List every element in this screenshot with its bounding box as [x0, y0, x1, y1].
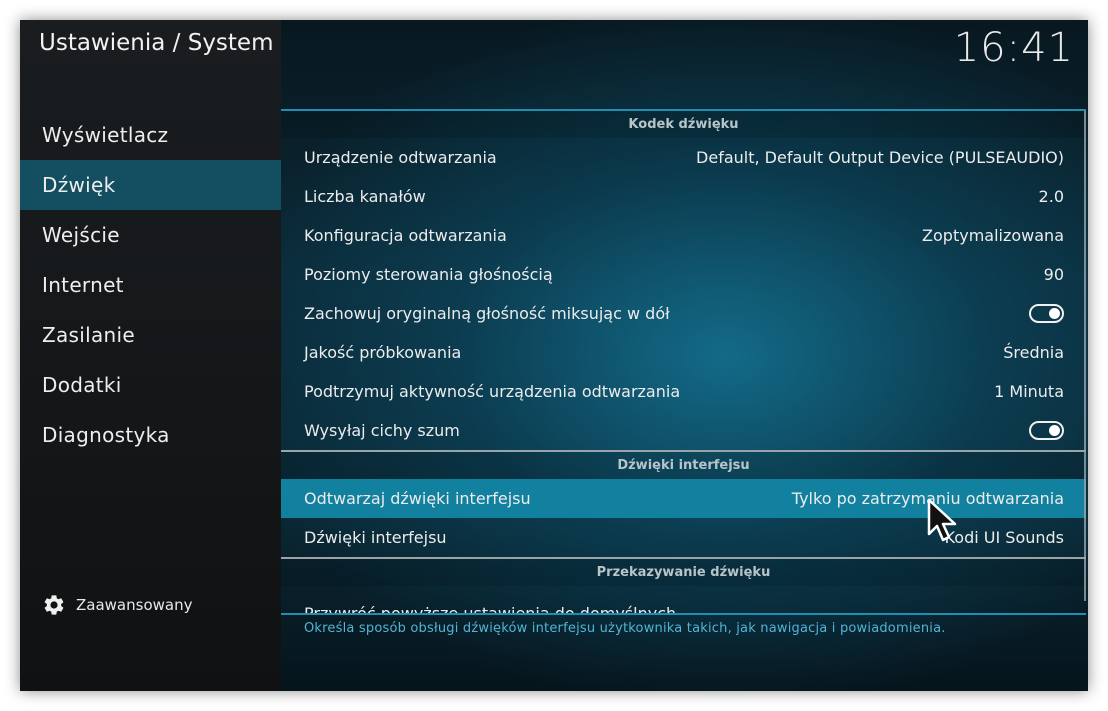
setting-value: Zoptymalizowana — [922, 226, 1064, 245]
toggle-switch[interactable] — [1029, 304, 1064, 323]
setting-value: Średnia — [1003, 343, 1064, 362]
page-title: Ustawienia / System — [39, 30, 274, 56]
setting-label: Podtrzymuj aktywność urządzenia odtwarza… — [304, 382, 681, 401]
setting-resample-quality[interactable]: Jakość próbkowania Średnia — [281, 333, 1086, 372]
advanced-level-button[interactable]: Zaawansowany — [42, 593, 192, 617]
setting-label: Wysyłaj cichy szum — [304, 421, 460, 440]
setting-maintain-volume-downmix[interactable]: Zachowuj oryginalną głośność miksując w … — [281, 294, 1086, 333]
clock: 16:41 — [953, 25, 1074, 71]
sidebar-item-input[interactable]: Wejście — [20, 210, 281, 260]
section-header-passthrough: Przekazywanie dźwięku — [281, 557, 1086, 586]
gear-icon — [44, 595, 64, 615]
setting-label: Dźwięki interfejsu — [304, 528, 447, 547]
setting-value: Kodi UI Sounds — [944, 528, 1064, 547]
sidebar-item-diagnostics[interactable]: Diagnostyka — [20, 410, 281, 460]
section-header-audio-codec: Kodek dźwięku — [281, 111, 1086, 138]
setting-label: Odtwarzaj dźwięki interfejsu — [304, 489, 531, 508]
sidebar: Ustawienia / System Wyświetlacz Dźwięk W… — [20, 20, 281, 691]
sidebar-item-audio[interactable]: Dźwięk — [20, 160, 281, 210]
setting-channels[interactable]: Liczba kanałów 2.0 — [281, 177, 1086, 216]
setting-value: Default, Default Output Device (PULSEAUD… — [696, 148, 1064, 167]
setting-label: Konfiguracja odtwarzania — [304, 226, 507, 245]
setting-output-configuration[interactable]: Konfiguracja odtwarzania Zoptymalizowana — [281, 216, 1086, 255]
setting-label: Zachowuj oryginalną głośność miksując w … — [304, 304, 670, 323]
sidebar-item-power[interactable]: Zasilanie — [20, 310, 281, 360]
sidebar-nav: Wyświetlacz Dźwięk Wejście Internet Zasi… — [20, 110, 281, 460]
setting-keep-device-alive[interactable]: Podtrzymuj aktywność urządzenia odtwarza… — [281, 372, 1086, 411]
setting-volume-steps[interactable]: Poziomy sterowania głośnością 90 — [281, 255, 1086, 294]
description-divider — [281, 613, 1086, 615]
advanced-label: Zaawansowany — [76, 596, 193, 614]
setting-description: Określa sposób obsługi dźwięków interfej… — [304, 621, 946, 636]
sidebar-item-addons[interactable]: Dodatki — [20, 360, 281, 410]
toggle-switch[interactable] — [1029, 421, 1064, 440]
setting-audio-output-device[interactable]: Urządzenie odtwarzania Default, Default … — [281, 138, 1086, 177]
toggle-knob — [1049, 425, 1060, 436]
setting-reset-defaults[interactable]: Przywróć powyższe ustawienia do domyślny… — [281, 586, 1086, 615]
setting-gui-sound-skin[interactable]: Dźwięki interfejsu Kodi UI Sounds — [281, 518, 1086, 557]
kodi-window: Ustawienia / System Wyświetlacz Dźwięk W… — [20, 20, 1088, 691]
settings-main: 16:41 Kodek dźwięku Urządzenie odtwarzan… — [281, 20, 1088, 691]
setting-play-gui-sounds[interactable]: Odtwarzaj dźwięki interfejsu Tylko po za… — [281, 479, 1086, 518]
setting-value: 90 — [1043, 265, 1064, 284]
setting-label: Urządzenie odtwarzania — [304, 148, 497, 167]
toggle-knob — [1049, 308, 1060, 319]
sidebar-item-display[interactable]: Wyświetlacz — [20, 110, 281, 160]
setting-label: Liczba kanałów — [304, 187, 426, 206]
setting-label: Poziomy sterowania głośnością — [304, 265, 553, 284]
setting-send-low-noise[interactable]: Wysyłaj cichy szum — [281, 411, 1086, 450]
setting-label: Jakość próbkowania — [304, 343, 462, 362]
setting-value: 1 Minuta — [994, 382, 1064, 401]
setting-value: 2.0 — [1038, 187, 1064, 206]
mouse-pointer-icon — [927, 498, 957, 542]
settings-list[interactable]: Kodek dźwięku Urządzenie odtwarzania Def… — [281, 109, 1086, 615]
sidebar-item-internet[interactable]: Internet — [20, 260, 281, 310]
section-header-gui-sounds: Dźwięki interfejsu — [281, 450, 1086, 479]
